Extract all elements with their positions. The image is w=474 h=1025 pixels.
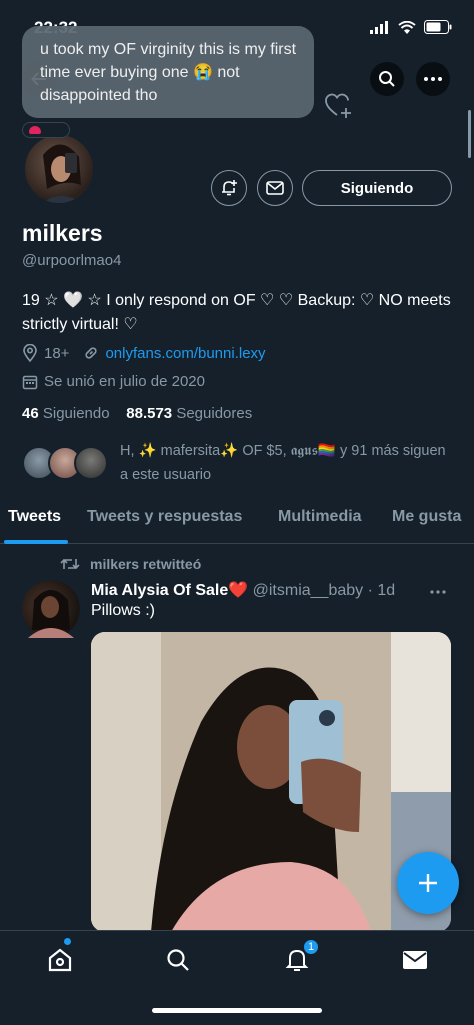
home-unread-dot <box>64 938 71 945</box>
known-follower-avatar <box>74 446 108 480</box>
retweeted-by[interactable]: milkers retwitteó <box>90 556 201 572</box>
profile-handle: @urpoorlmao4 <box>22 252 122 269</box>
known-followers-text[interactable]: H, ✨ mafersita✨ OF $5, 𝖆𝖌𝖚𝖘🏳️‍🌈 y 91 más… <box>120 439 450 487</box>
profile-bio: 19 ☆ 🤍 ☆ I only respond on OF ♡ ♡ Backup… <box>22 292 451 333</box>
profile-avatar[interactable] <box>22 132 96 206</box>
nav-home[interactable] <box>40 943 80 977</box>
battery-icon <box>424 20 452 34</box>
more-options-button[interactable] <box>416 62 450 96</box>
scrollbar[interactable] <box>468 110 471 158</box>
plus-icon <box>419 874 437 892</box>
profile-tabs: Tweets Tweets y respuestas Multimedia Me… <box>0 502 474 544</box>
comment-tooltip: u took my OF virginity this is my first … <box>22 26 314 118</box>
home-indicator <box>152 1008 322 1013</box>
following-count: 46 <box>22 405 39 422</box>
search-icon <box>167 949 189 971</box>
following-label: Siguiendo <box>42 405 110 422</box>
notification-badge: 1 <box>302 938 320 956</box>
retweet-context: milkers retwitteó <box>60 556 201 572</box>
tab-likes[interactable]: Me gusta <box>392 508 461 526</box>
bell-plus-icon <box>222 180 237 196</box>
avatar-heart-badge <box>22 122 70 138</box>
calendar-icon <box>22 375 38 389</box>
profile-location: 18+ <box>44 344 70 362</box>
retweet-icon <box>60 558 80 570</box>
tab-media[interactable]: Multimedia <box>278 508 362 526</box>
tweet-avatar-image <box>28 590 74 638</box>
followers-count-link[interactable]: 88.573 Seguidores <box>126 405 252 422</box>
followers-label: Seguidores <box>176 405 253 422</box>
tweet-header: Mia Alysia Of Sale❤️ @itsmia__baby · 1d <box>91 580 395 600</box>
tweet-author-name[interactable]: Mia Alysia Of Sale❤️ <box>91 582 248 599</box>
envelope-icon <box>403 951 427 969</box>
compose-tweet-button[interactable] <box>397 852 459 914</box>
nav-messages[interactable] <box>395 943 435 977</box>
tweet-author-meta: @itsmia__baby · 1d <box>252 582 396 599</box>
message-button[interactable] <box>257 170 293 206</box>
following-button[interactable]: Siguiendo <box>302 170 452 206</box>
tooltip-text: u took my OF virginity this is my first … <box>40 41 297 104</box>
following-count-link[interactable]: 46 Siguiendo <box>22 405 110 422</box>
link-icon <box>85 347 98 359</box>
active-tab-indicator <box>4 540 68 544</box>
tweet-more-button[interactable] <box>430 578 446 599</box>
profile-meta-row: 18+ onlyfans.com/bunni.lexy <box>22 344 266 362</box>
tweet-text: Pillows :) <box>91 602 156 619</box>
tweet-author-avatar[interactable] <box>22 580 80 638</box>
nav-search[interactable] <box>158 943 198 977</box>
profile-name: milkers <box>22 220 103 246</box>
tab-tweets-replies[interactable]: Tweets y respuestas <box>87 508 242 526</box>
signal-icon <box>370 20 388 34</box>
home-icon <box>48 948 72 972</box>
profile-joined-row: Se unió en julio de 2020 <box>22 373 205 390</box>
heart-add-icon[interactable] <box>325 93 353 119</box>
profile-link[interactable]: onlyfans.com/bunni.lexy <box>105 345 265 362</box>
avatar-image <box>42 144 82 203</box>
search-button[interactable] <box>370 62 404 96</box>
profile-joined: Se unió en julio de 2020 <box>44 373 205 390</box>
notify-button[interactable] <box>211 170 247 206</box>
followers-count: 88.573 <box>126 405 173 422</box>
search-icon <box>379 71 395 87</box>
more-icon <box>424 77 442 81</box>
wifi-icon <box>398 20 416 34</box>
more-icon <box>430 590 446 594</box>
envelope-icon <box>266 181 284 195</box>
status-icons <box>370 20 452 34</box>
tab-tweets[interactable]: Tweets <box>8 508 61 526</box>
location-pin-icon <box>23 344 37 362</box>
follow-counts: 46 Siguiendo 88.573 Seguidores <box>22 405 252 422</box>
